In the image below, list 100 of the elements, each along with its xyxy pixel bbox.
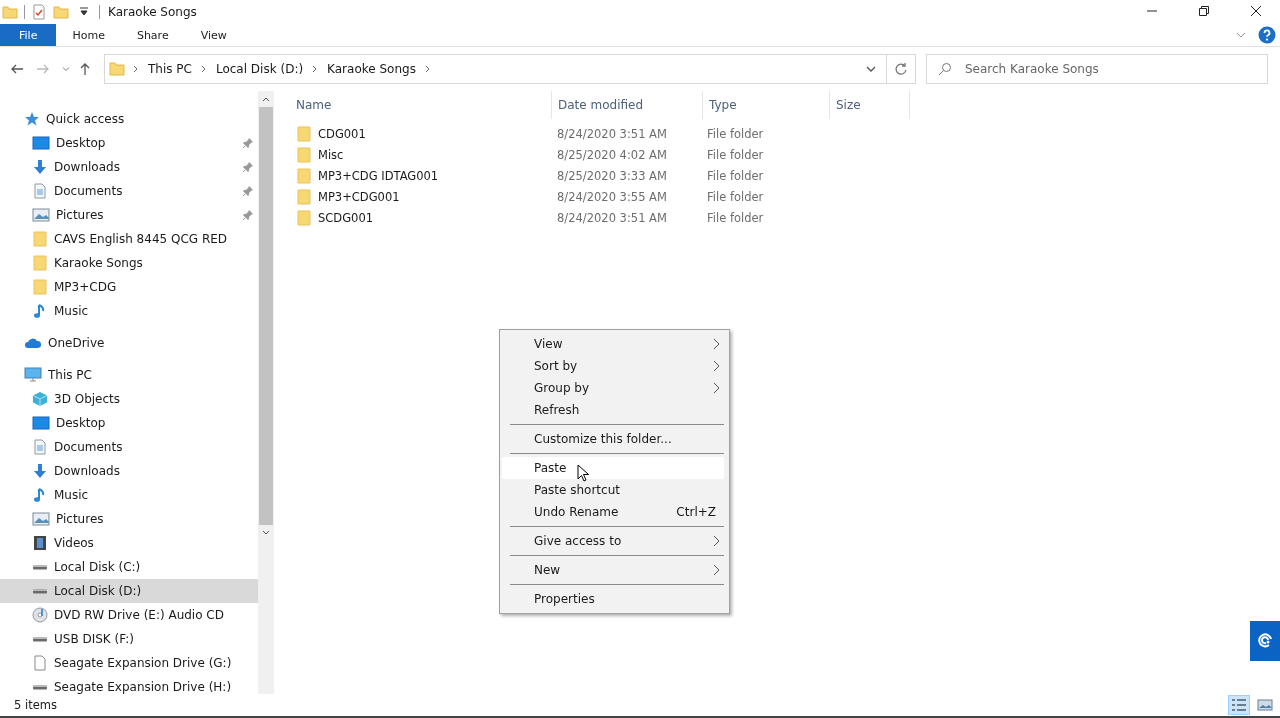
address-bar[interactable]: This PC Local Disk (D:) Karaoke Songs <box>104 54 887 84</box>
column-header[interactable]: Type <box>703 91 830 119</box>
nav-item[interactable]: Quick access <box>0 107 258 131</box>
download-arrow-icon <box>32 463 48 479</box>
ribbon-tab[interactable]: File <box>0 24 57 46</box>
nav-item[interactable]: MP3+CDG <box>0 275 258 299</box>
drive-icon <box>32 684 48 690</box>
pin-icon[interactable] <box>242 137 254 149</box>
chevron-right-icon <box>713 535 720 547</box>
nav-item[interactable]: Karaoke Songs <box>0 251 258 275</box>
nav-item[interactable]: Local Disk (D:) <box>0 579 258 603</box>
nav-item[interactable]: Pictures <box>0 507 258 531</box>
folder-icon <box>109 61 125 77</box>
up-arrow-icon[interactable] <box>78 62 92 76</box>
column-header[interactable]: Date modified <box>552 91 703 119</box>
chevron-right-icon <box>713 382 720 394</box>
ribbon-tab[interactable]: Home <box>56 24 121 46</box>
disc-icon <box>32 607 48 623</box>
type-cell-text: File folder <box>706 168 765 183</box>
details-view-button[interactable] <box>1228 695 1250 715</box>
cube-icon <box>32 391 48 407</box>
menu-item[interactable]: Paste shortcut <box>502 479 724 501</box>
chevron-down-icon[interactable] <box>866 64 876 74</box>
status-text: 5 items <box>14 698 57 712</box>
nav-item[interactable]: Downloads <box>0 459 258 483</box>
search-icon <box>938 62 952 76</box>
menu-item[interactable]: View <box>502 333 724 355</box>
breadcrumb[interactable]: Karaoke Songs <box>326 62 417 76</box>
pin-icon[interactable] <box>242 161 254 173</box>
breadcrumb[interactable]: This PC <box>147 62 193 76</box>
menu-item[interactable]: Give access to <box>502 530 724 552</box>
chevron-right-icon[interactable] <box>133 65 139 73</box>
refresh-button[interactable] <box>887 54 916 84</box>
file-name[interactable]: MP3+CDG IDTAG001 <box>296 167 551 184</box>
star-icon <box>24 111 40 127</box>
scrollbar[interactable] <box>258 91 274 694</box>
restore-icon[interactable] <box>1198 5 1210 17</box>
ribbon-tab[interactable]: View <box>184 24 243 46</box>
close-icon[interactable] <box>1250 5 1262 17</box>
nav-item[interactable]: Local Disk (C:) <box>0 555 258 579</box>
nav-item[interactable]: Documents <box>0 435 258 459</box>
picture-icon <box>32 208 50 222</box>
nav-item[interactable]: Seagate Expansion Drive (G:) <box>0 651 258 675</box>
nav-item[interactable]: This PC <box>0 363 258 387</box>
menu-item[interactable]: New <box>502 559 724 581</box>
nav-item[interactable]: DVD RW Drive (E:) Audio CD <box>0 603 258 627</box>
menu-item[interactable]: Undo Rename Ctrl+Z <box>502 501 724 523</box>
chevron-right-icon[interactable] <box>424 65 431 73</box>
type-cell-text: File folder <box>706 147 765 162</box>
properties-icon[interactable] <box>31 4 47 20</box>
monitor-icon <box>32 135 50 151</box>
nav-item[interactable]: Music <box>0 483 258 507</box>
nav-item[interactable]: Music <box>0 299 258 323</box>
back-arrow-icon[interactable] <box>10 62 24 76</box>
drive-icon <box>32 564 48 570</box>
chevron-right-icon[interactable] <box>312 65 319 73</box>
scroll-up-icon[interactable] <box>261 95 271 103</box>
search-field[interactable]: Search Karaoke Songs <box>926 54 1268 84</box>
file-name[interactable]: Misc <box>296 146 551 163</box>
dropdown-icon[interactable] <box>79 7 89 17</box>
nav-item[interactable]: OneDrive <box>0 331 258 355</box>
pin-icon[interactable] <box>242 185 254 197</box>
menu-item[interactable]: Properties <box>502 588 724 610</box>
nav-item[interactable]: CAVS English 8445 QCG RED <box>0 227 258 251</box>
file-name[interactable]: MP3+CDG001 <box>296 188 551 205</box>
nav-item[interactable]: Seagate Expansion Drive (H:) <box>0 675 258 699</box>
pin-icon[interactable] <box>242 209 254 221</box>
nav-item[interactable]: Documents <box>0 179 258 203</box>
nav-item[interactable]: Videos <box>0 531 258 555</box>
menu-item[interactable]: Group by <box>502 377 724 399</box>
menu-item[interactable]: Refresh <box>502 399 724 421</box>
chevron-right-icon[interactable] <box>200 65 207 73</box>
computer-icon <box>24 367 42 383</box>
help-icon[interactable] <box>1258 26 1276 44</box>
cloud-icon <box>24 337 42 349</box>
menu-item[interactable]: Customize this folder... <box>502 428 724 450</box>
folder-icon <box>296 125 312 142</box>
nav-item[interactable]: Pictures <box>0 203 258 227</box>
chevron-right-icon <box>713 338 720 350</box>
nav-item[interactable]: 3D Objects <box>0 387 258 411</box>
column-header[interactable]: Size <box>830 91 910 119</box>
nav-item[interactable]: Desktop <box>0 411 258 435</box>
file-name[interactable]: SCDG001 <box>296 209 551 226</box>
chevron-right-icon <box>713 360 720 372</box>
folder-icon <box>296 188 312 205</box>
drive-icon <box>32 588 48 594</box>
nav-item[interactable]: Desktop <box>0 131 258 155</box>
folder-icon <box>32 255 48 271</box>
file-name[interactable]: CDG001 <box>296 125 551 142</box>
scroll-down-icon[interactable] <box>261 529 271 537</box>
menu-item[interactable]: Paste <box>502 457 724 479</box>
menu-item[interactable]: Sort by <box>502 355 724 377</box>
picture-icon <box>32 512 50 526</box>
ribbon-tab[interactable]: Share <box>120 24 185 46</box>
nav-item[interactable]: Downloads <box>0 155 258 179</box>
wireless-icon[interactable] <box>1250 621 1280 661</box>
breadcrumb[interactable]: Local Disk (D:) <box>214 62 305 76</box>
date-modified-cell-text: 8/24/2020 3:51 AM <box>556 210 668 225</box>
column-header[interactable]: Name <box>296 91 552 119</box>
nav-item[interactable]: USB DISK (F:) <box>0 627 258 651</box>
